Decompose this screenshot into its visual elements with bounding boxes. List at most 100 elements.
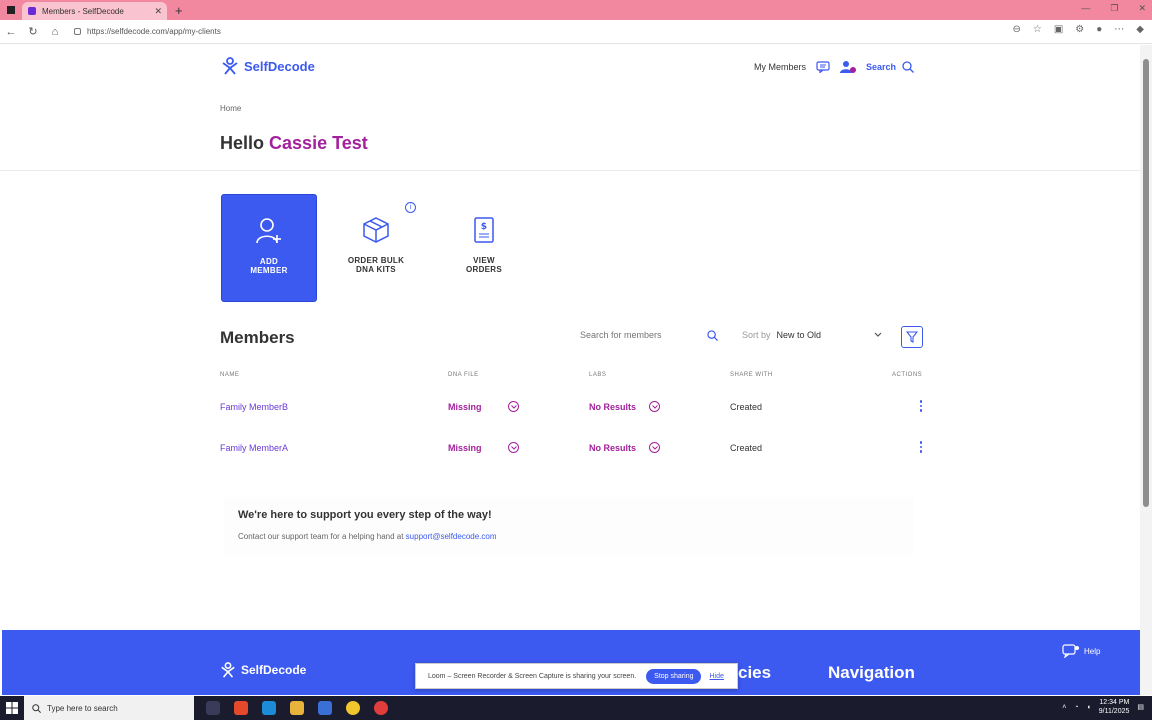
header-search-label: Search [865,62,896,72]
more-icon[interactable]: ⋯ [1114,24,1124,35]
minimize-icon[interactable]: — [1081,3,1090,14]
network-icon[interactable]: ◔ [1074,704,1078,711]
footer-logo[interactable]: SelfDecode [220,662,306,678]
address-bar: ← ↻ ⌂ https://selfdecode.com/app/my-clie… [0,20,1152,44]
loom-app-icon[interactable] [374,701,388,715]
notifications-icon[interactable]: ▤ [1137,703,1144,711]
home-icon[interactable]: ⌂ [44,26,66,38]
dna-file-status: Missing [448,443,482,453]
site-favicon-icon [28,7,36,15]
svg-text:$: $ [481,222,488,232]
table-row: Family MemberA Missing No Results Create… [220,439,923,459]
labs-status: No Results [589,402,637,412]
reload-icon[interactable]: ↻ [22,25,44,38]
scrollbar-thumb[interactable] [1143,59,1149,507]
labs-status: No Results [589,443,637,453]
support-email-link[interactable]: support@selfdecode.com [406,532,497,541]
screen-share-banner: Loom – Screen Recorder & Screen Capture … [415,663,738,689]
browser-toolbar: ⊖ ☆ ▣ ⚙ ● ⋯ ◆ [1012,24,1144,35]
search-icon [902,61,914,73]
brand-name: SelfDecode [244,58,315,74]
windows-taskbar: Type here to search ˄ ◔ ◖ 12:34 PM 9/11/… [0,696,1152,720]
taskbar-apps [206,701,388,715]
help-button[interactable]: Help [1062,644,1100,658]
windows-logo-icon [6,702,18,714]
labs-expand-icon[interactable] [649,401,660,412]
dna-file-status: Missing [448,402,482,412]
page-title: Hello Cassie Test [220,133,368,154]
back-icon[interactable]: ← [0,26,22,38]
support-panel: We're here to support you every step of … [224,497,914,557]
support-message: Contact our support team for a helping h… [238,532,404,541]
add-member-label-2: MEMBER [250,266,288,275]
chat-icon[interactable] [816,61,830,73]
window-close-icon[interactable]: ✕ [1138,3,1146,14]
hide-banner-link[interactable]: Hide [709,673,723,680]
window-menu-icon[interactable] [0,0,22,20]
greeting-hello: Hello [220,133,265,153]
view-orders-button[interactable]: $ VIEW ORDERS [436,194,532,302]
dna-expand-icon[interactable] [508,401,519,412]
labs-expand-icon[interactable] [649,442,660,453]
chrome-icon[interactable] [346,701,360,715]
add-user-icon [256,218,281,244]
task-view-icon[interactable] [206,701,220,715]
url-field[interactable]: https://selfdecode.com/app/my-clients [74,27,221,36]
window-controls: — ❐ ✕ [1081,3,1146,14]
taskbar-search[interactable]: Type here to search [24,696,194,720]
footer-brand-name: SelfDecode [241,663,307,677]
store-icon[interactable] [318,701,332,715]
greeting-user-name: Cassie Test [269,133,368,153]
dna-expand-icon[interactable] [508,442,519,453]
column-header-labs: LABS [589,372,607,378]
clock-time: 12:34 PM [1099,699,1130,706]
office-app-icon[interactable] [234,701,248,715]
tray-chevron-icon[interactable]: ˄ [1062,704,1066,711]
clock[interactable]: 12:34 PM 9/11/2025 [1099,698,1130,716]
volume-icon[interactable]: ◖ [1087,704,1091,711]
page-content: SelfDecode My Members Search Home Hello … [0,45,1140,695]
sort-dropdown[interactable]: Sort by New to Old [742,326,882,344]
top-navigation: My Members Search [754,60,914,74]
zoom-icon[interactable]: ⊖ [1012,24,1020,35]
footer-policies-heading: cies [738,663,772,682]
my-members-link[interactable]: My Members [754,62,806,72]
start-button[interactable] [0,702,24,714]
header-search-button[interactable]: Search [866,61,914,73]
chevron-down-icon [874,332,882,337]
member-search-icon[interactable] [707,329,718,341]
order-bulk-label-2: DNA KITS [356,265,396,274]
add-member-button[interactable]: ADD MEMBER [221,194,317,302]
favorite-star-icon[interactable]: ☆ [1033,24,1042,35]
members-heading: Members [220,328,295,347]
selfdecode-logo[interactable]: SelfDecode [221,57,315,75]
view-orders-label-2: ORDERS [465,265,503,274]
filter-button[interactable] [901,326,923,348]
file-explorer-icon[interactable] [290,701,304,715]
new-tab-button[interactable]: + [175,3,183,18]
copilot-icon[interactable]: ◆ [1136,24,1144,35]
share-with-status: Created [730,402,763,412]
info-icon[interactable]: i [405,202,416,213]
extensions-icon[interactable]: ⚙ [1075,24,1084,35]
table-row: Family MemberB Missing No Results Create… [220,398,923,418]
page-scrollbar[interactable] [1140,45,1152,695]
maximize-icon[interactable]: ❐ [1110,3,1118,14]
account-icon[interactable] [839,60,856,74]
help-chat-icon [1062,644,1079,658]
breadcrumb[interactable]: Home [220,104,241,113]
member-search-input[interactable] [580,330,700,340]
profile-icon[interactable]: ● [1096,24,1102,35]
filter-icon [906,331,918,343]
edge-browser-icon[interactable] [262,701,276,715]
box-icon [363,217,389,243]
row-actions-menu-icon[interactable] [919,441,923,453]
row-actions-menu-icon[interactable] [919,400,923,412]
stop-sharing-button[interactable]: Stop sharing [646,668,702,684]
split-screen-icon[interactable]: ▣ [1054,24,1063,35]
member-name-link[interactable]: Family MemberB [220,402,288,412]
browser-tab[interactable]: Members - SelfDecode ✕ [22,2,167,20]
tab-close-icon[interactable]: ✕ [154,6,162,17]
system-tray: ˄ ◔ ◖ 12:34 PM 9/11/2025 ▤ [1062,698,1144,716]
member-name-link[interactable]: Family MemberA [220,443,288,453]
